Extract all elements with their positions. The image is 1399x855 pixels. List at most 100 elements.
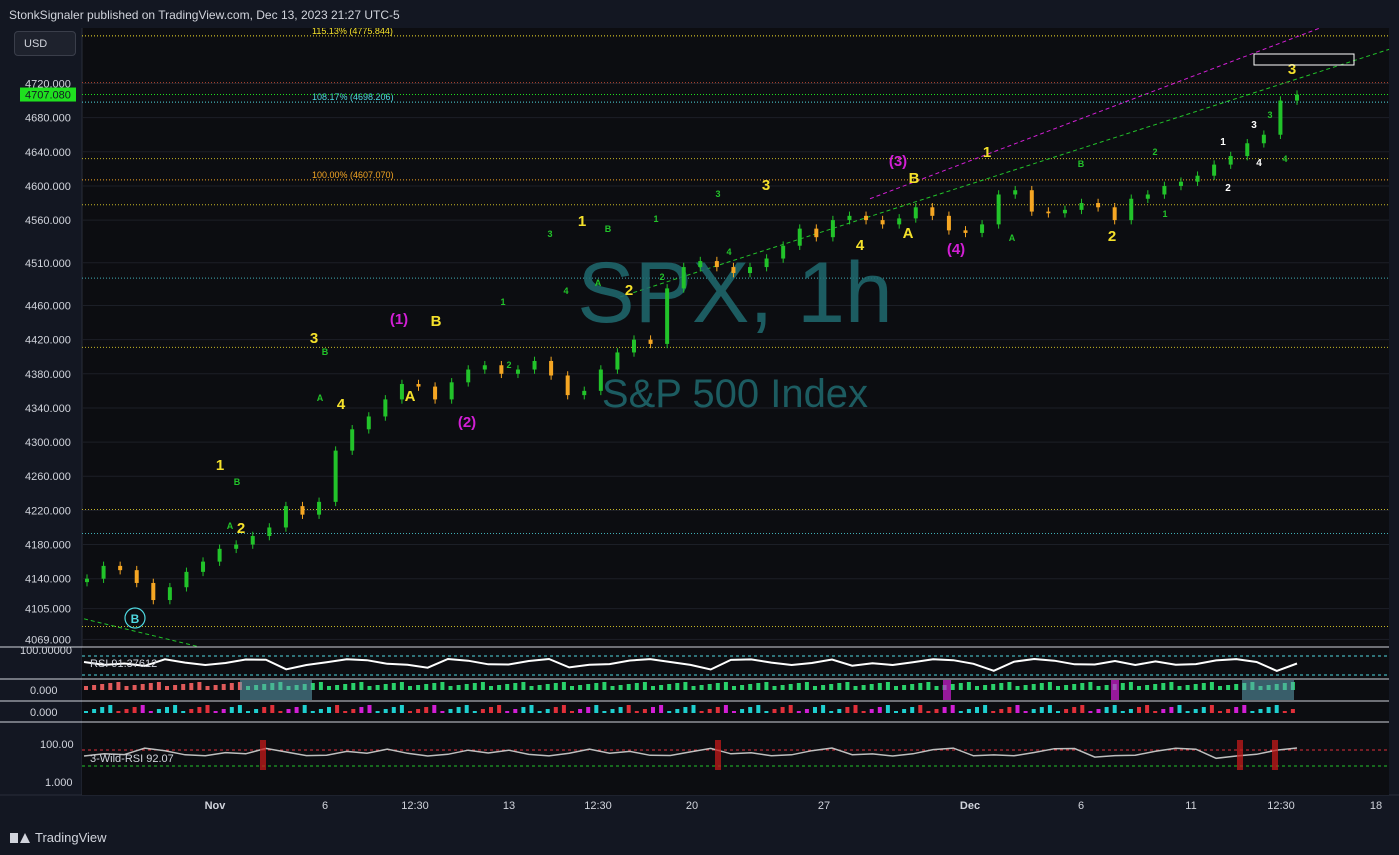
histogram-bar bbox=[205, 705, 210, 713]
wave-label[interactable]: 2 bbox=[1108, 228, 1116, 245]
histogram-bar bbox=[837, 709, 842, 713]
histogram-bar bbox=[796, 683, 801, 690]
histogram-bar bbox=[1031, 709, 1036, 713]
histogram-bar bbox=[910, 707, 915, 713]
histogram-bar bbox=[586, 684, 591, 690]
wave-label[interactable]: 3 bbox=[762, 177, 770, 194]
wave-label[interactable]: 4 bbox=[1256, 158, 1262, 169]
histogram-bar bbox=[813, 707, 817, 713]
candle-body bbox=[1079, 203, 1084, 210]
histogram-bar bbox=[1234, 707, 1239, 713]
histogram-bar bbox=[181, 684, 186, 690]
histogram-bar bbox=[1088, 682, 1093, 690]
histogram-bar bbox=[246, 711, 250, 713]
wave-label[interactable]: B bbox=[431, 313, 442, 330]
histogram-bar bbox=[1274, 705, 1279, 713]
wave-label[interactable]: 2 bbox=[506, 360, 511, 370]
histogram-bar bbox=[399, 705, 404, 713]
histogram-bar bbox=[634, 711, 639, 713]
wave-label[interactable]: 2 bbox=[659, 272, 664, 282]
histogram-bar bbox=[237, 705, 242, 713]
candle-body bbox=[748, 267, 753, 274]
wave-label[interactable]: 2 bbox=[237, 520, 245, 537]
wave-label[interactable]: 4 bbox=[1282, 154, 1287, 164]
histogram-bar bbox=[1226, 685, 1231, 690]
wave-label[interactable]: 3 bbox=[715, 189, 720, 199]
histogram-bar bbox=[335, 685, 340, 690]
histogram-bar bbox=[894, 711, 898, 713]
tradingview-brand[interactable]: TradingView bbox=[10, 830, 107, 845]
histogram-bar bbox=[383, 709, 388, 713]
candle-body bbox=[184, 571, 189, 588]
wild-rsi-scale-bottom: 1.000 bbox=[45, 777, 73, 789]
wave-label[interactable]: 3 bbox=[1288, 61, 1296, 78]
wave-label[interactable]: A bbox=[405, 388, 416, 405]
wave-label[interactable]: B bbox=[322, 347, 329, 357]
wave-label[interactable]: 2 bbox=[1152, 147, 1157, 157]
candle-body bbox=[1228, 156, 1233, 165]
wave-label[interactable]: 3 bbox=[310, 330, 318, 347]
wave-label[interactable]: B bbox=[234, 477, 241, 487]
wave-label[interactable]: 1 bbox=[983, 144, 991, 161]
wave-label[interactable]: 2 bbox=[625, 282, 633, 299]
candle-body bbox=[1112, 207, 1117, 221]
histogram-bar bbox=[1218, 686, 1222, 690]
wave-label[interactable]: B bbox=[1078, 159, 1085, 169]
wave-label[interactable]: 1 bbox=[1162, 209, 1167, 219]
histogram-bar bbox=[537, 685, 542, 690]
wave-label[interactable]: 1 bbox=[578, 213, 586, 230]
histogram-bar bbox=[270, 705, 275, 713]
wave-label[interactable]: (3) bbox=[889, 153, 907, 170]
histogram-bar bbox=[659, 685, 664, 690]
histogram-bar bbox=[1120, 711, 1125, 713]
histogram-bar bbox=[529, 686, 534, 690]
wave-label[interactable]: B bbox=[909, 170, 920, 187]
wave-label[interactable]: B bbox=[605, 224, 612, 234]
wave-label[interactable]: 1 bbox=[653, 214, 658, 224]
wave-label[interactable]: 4 bbox=[337, 396, 346, 413]
chart-canvas[interactable]: 115.13% (4775.844) 108.17% (4698.206) 100.… bbox=[0, 28, 1399, 820]
histogram-bar bbox=[667, 711, 672, 713]
histogram-bar bbox=[92, 685, 97, 690]
wave-label[interactable]: A bbox=[595, 278, 602, 288]
histogram-bar bbox=[399, 682, 404, 690]
wave-label[interactable]: 3 bbox=[1251, 120, 1257, 131]
candle-body bbox=[930, 207, 935, 216]
wave-label[interactable]: 4 bbox=[856, 237, 865, 254]
wave-label[interactable]: A bbox=[317, 393, 324, 403]
histogram-bar bbox=[602, 682, 607, 690]
histogram-bar bbox=[853, 705, 858, 713]
indicator-pane[interactable] bbox=[82, 722, 1389, 795]
histogram-bar bbox=[958, 711, 963, 713]
histogram-bar bbox=[586, 707, 591, 713]
indicator-pane[interactable] bbox=[82, 647, 1389, 679]
wave-label[interactable]: 3 bbox=[1267, 110, 1272, 120]
histogram-bar bbox=[845, 682, 850, 690]
histogram-bar bbox=[156, 709, 161, 713]
wave-label[interactable]: 1 bbox=[1220, 137, 1226, 148]
wave-label[interactable]: 1 bbox=[216, 457, 224, 474]
candle-body bbox=[946, 215, 951, 231]
wave-label[interactable]: 1 bbox=[500, 297, 505, 307]
wave-label[interactable]: 4 bbox=[563, 286, 568, 296]
candle-body bbox=[665, 288, 670, 344]
wave-label[interactable]: A bbox=[903, 225, 914, 242]
fib-level-label: 108.17% (4698.206) bbox=[312, 92, 394, 102]
wave-label[interactable]: 2 bbox=[1225, 183, 1231, 194]
wave-label[interactable]: A bbox=[1009, 233, 1016, 243]
wave-label[interactable]: 4 bbox=[726, 247, 731, 257]
y-tick-label: 4640.000 bbox=[25, 147, 71, 159]
histogram-bar bbox=[1169, 707, 1174, 713]
wave-label[interactable]: (2) bbox=[458, 414, 476, 431]
wave-label[interactable]: (1) bbox=[390, 311, 408, 328]
candle-body bbox=[913, 207, 918, 219]
x-tick-label: Nov bbox=[205, 800, 227, 812]
currency-button[interactable]: USD bbox=[14, 31, 76, 56]
wave-label[interactable]: A bbox=[227, 521, 234, 531]
wave-label[interactable]: B bbox=[131, 612, 140, 626]
wave-label[interactable]: 3 bbox=[547, 229, 552, 239]
y-tick-label: 4720.000 bbox=[25, 78, 71, 90]
wave-label[interactable]: (4) bbox=[947, 241, 965, 258]
histogram-bar bbox=[513, 683, 518, 690]
histogram-bar bbox=[472, 711, 477, 713]
